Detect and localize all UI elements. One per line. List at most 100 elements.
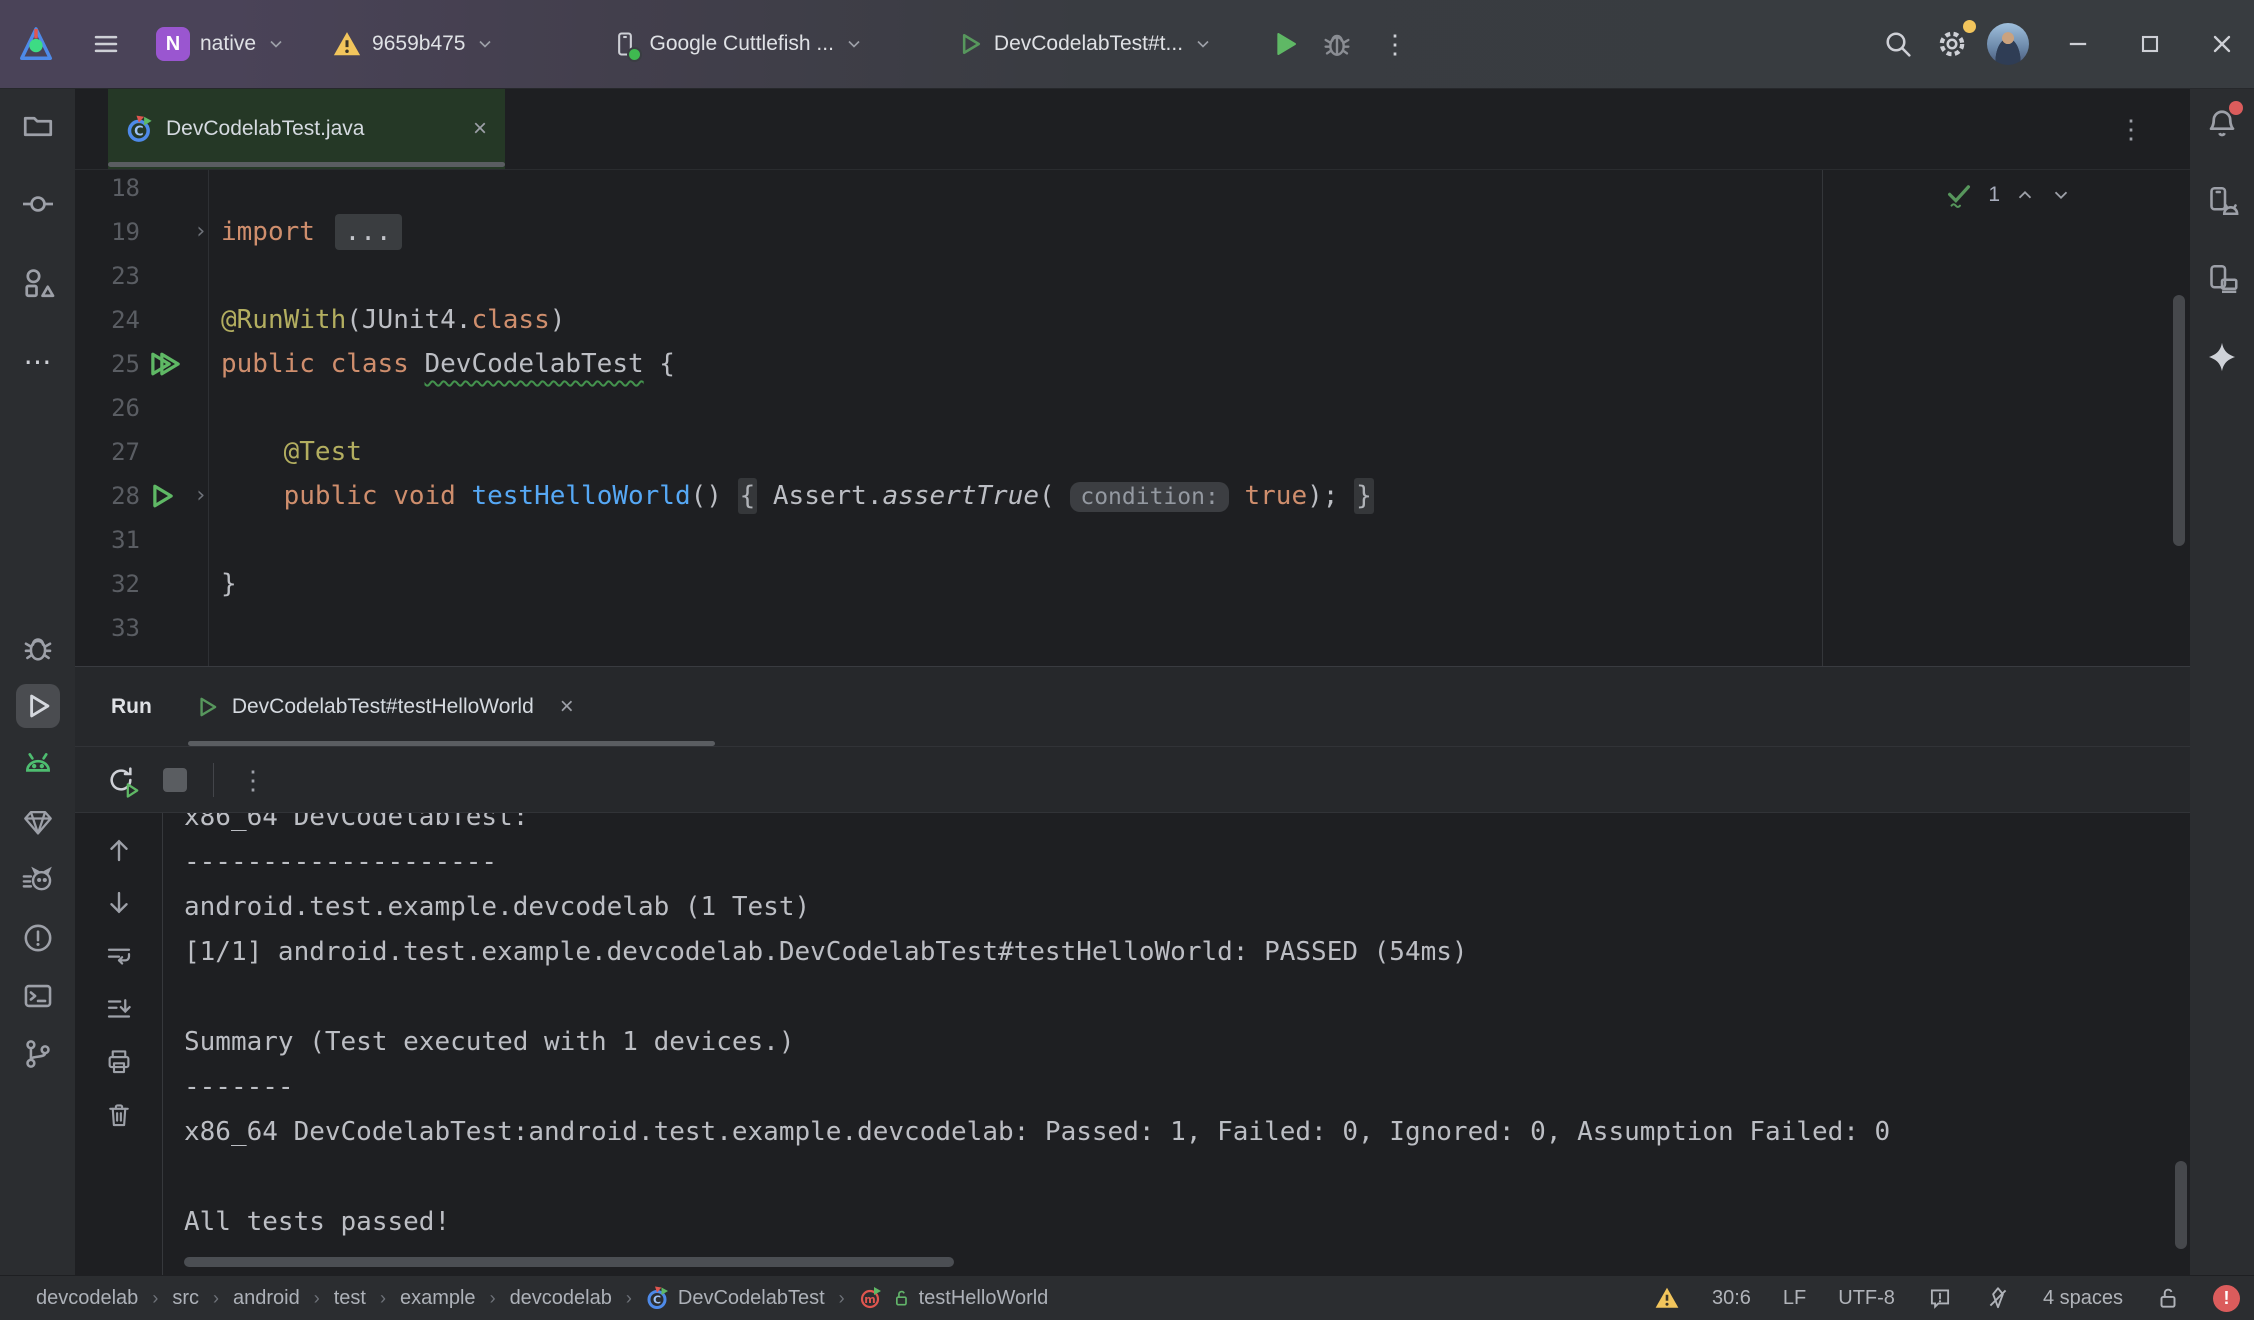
gutter[interactable] <box>140 298 221 342</box>
run-tab-scroll-indicator[interactable] <box>188 741 715 746</box>
profiler-tool-button[interactable] <box>16 858 60 902</box>
run-button[interactable] <box>1263 22 1307 66</box>
resource-manager-tool-button[interactable] <box>16 261 60 305</box>
editor-scrollbar[interactable] <box>2173 295 2185 546</box>
arrow-down-icon <box>104 888 134 918</box>
running-devices-button[interactable] <box>2200 257 2244 301</box>
gutter[interactable] <box>140 342 221 386</box>
error-notification-badge[interactable]: ! <box>2213 1285 2240 1312</box>
unlock-icon[interactable] <box>2155 1285 2181 1311</box>
breadcrumb-method[interactable]: m testHelloWorld <box>859 1286 1049 1310</box>
gutter[interactable]: › <box>140 474 221 518</box>
gutter[interactable] <box>140 170 221 210</box>
editor-tab-bar: C DevCodelabTest.java × ⋮ <box>75 89 2190 170</box>
tab-scroll-indicator[interactable] <box>108 162 505 167</box>
tab-close-icon[interactable]: × <box>473 115 487 143</box>
more-tool-windows-button[interactable]: ⋯ <box>16 340 60 384</box>
breadcrumb-item[interactable]: devcodelab <box>36 1287 138 1310</box>
gutter[interactable] <box>140 562 221 606</box>
line-number: 28 <box>75 474 140 518</box>
warning-icon[interactable] <box>1654 1285 1680 1311</box>
debug-button[interactable] <box>1315 22 1359 66</box>
gutter[interactable] <box>140 386 221 430</box>
run-tool-button[interactable] <box>16 684 60 728</box>
console-vertical-scrollbar[interactable] <box>2175 1161 2187 1249</box>
debug-tool-button[interactable] <box>16 626 60 670</box>
run-tab[interactable]: DevCodelabTest#testHelloWorld × <box>194 693 574 721</box>
search-everywhere-button[interactable] <box>1876 22 1920 66</box>
breadcrumb-item[interactable]: devcodelab <box>510 1287 612 1310</box>
tab-options-kebab-icon[interactable]: ⋮ <box>2118 116 2144 142</box>
app-quality-insights-tool-button[interactable] <box>16 800 60 844</box>
user-avatar[interactable] <box>1986 22 2030 66</box>
inspections-ok-icon <box>1944 180 1974 210</box>
console-horizontal-scrollbar[interactable] <box>184 1257 954 1267</box>
code-text <box>221 606 2190 650</box>
code-token: { <box>738 478 758 514</box>
prev-problem-icon[interactable] <box>2014 184 2036 206</box>
breadcrumb-item[interactable]: src <box>172 1287 199 1310</box>
code-token: @RunWith <box>221 305 346 335</box>
run-configuration-selector[interactable]: DevCodelabTest#t... <box>946 24 1223 64</box>
hamburger-menu-button[interactable] <box>84 22 128 66</box>
breadcrumb-item[interactable]: android <box>233 1287 300 1310</box>
gutter[interactable] <box>140 430 221 474</box>
play-icon <box>1269 28 1301 60</box>
code-token: public class <box>221 349 425 379</box>
problems-tool-button[interactable] <box>16 916 60 960</box>
run-tab-close-icon[interactable]: × <box>560 693 574 721</box>
todo-icon[interactable] <box>1927 1285 1953 1311</box>
next-problem-icon[interactable] <box>2050 184 2072 206</box>
gutter[interactable]: › <box>140 210 221 254</box>
device-manager-button[interactable] <box>2200 179 2244 223</box>
breadcrumb-item[interactable]: test <box>334 1287 366 1310</box>
window-close-button[interactable] <box>2200 22 2244 66</box>
prev-occurrence-button[interactable] <box>100 831 138 869</box>
run-options-kebab-icon[interactable]: ⋮ <box>240 767 266 793</box>
settings-button[interactable] <box>1930 22 1974 66</box>
encoding-widget[interactable]: UTF-8 <box>1838 1287 1895 1310</box>
inspections-widget[interactable]: 1 <box>1944 180 2072 210</box>
code-editor[interactable]: 1819›import ...2324@RunWith(JUnit4.class… <box>75 170 2190 666</box>
tab-label: DevCodelabTest.java <box>166 117 364 141</box>
scroll-to-end-button[interactable] <box>100 990 138 1028</box>
line-ending-widget[interactable]: LF <box>1783 1287 1806 1310</box>
clear-console-button[interactable] <box>100 1096 138 1134</box>
terminal-tool-button[interactable] <box>16 974 60 1018</box>
gutter[interactable] <box>140 254 221 298</box>
breadcrumb-class[interactable]: C DevCodelabTest <box>646 1286 825 1310</box>
window-minimize-button[interactable] <box>2056 22 2100 66</box>
window-maximize-button[interactable] <box>2128 22 2172 66</box>
code-text: } <box>221 562 2190 606</box>
soft-wrap-button[interactable] <box>100 937 138 975</box>
parameter-hint[interactable]: condition: <box>1070 482 1228 512</box>
code-token: () <box>691 481 738 511</box>
run-test-gutter-icon[interactable] <box>150 483 176 509</box>
logcat-tool-button[interactable] <box>16 742 60 786</box>
highlighting-level-icon[interactable] <box>1985 1285 2011 1311</box>
run-test-gutter-icon[interactable] <box>157 351 183 377</box>
notifications-button[interactable] <box>2200 101 2244 145</box>
fold-chevron-icon[interactable]: › <box>194 474 207 518</box>
project-tool-button[interactable] <box>16 103 60 147</box>
breadcrumb-item[interactable]: example <box>400 1287 476 1310</box>
caret-position-widget[interactable]: 30:6 <box>1712 1287 1751 1310</box>
gutter[interactable] <box>140 606 221 650</box>
rerun-button[interactable] <box>105 764 137 796</box>
stop-button[interactable] <box>163 768 187 792</box>
next-occurrence-button[interactable] <box>100 884 138 922</box>
gutter[interactable] <box>140 518 221 562</box>
commit-tool-button[interactable] <box>16 182 60 226</box>
project-widget[interactable]: N native <box>146 21 296 67</box>
indent-widget[interactable]: 4 spaces <box>2043 1287 2123 1310</box>
device-selector[interactable]: Google Cuttlefish ... <box>601 24 873 64</box>
console-output[interactable]: x86_64 DevCodelabTest:------------------… <box>163 813 2190 1275</box>
version-control-tool-button[interactable] <box>16 1032 60 1076</box>
fold-chevron-icon[interactable]: › <box>194 210 207 254</box>
gemini-button[interactable] <box>2200 335 2244 379</box>
more-actions-button[interactable]: ⋮ <box>1373 22 1417 66</box>
print-button[interactable] <box>100 1043 138 1081</box>
vcs-branch-widget[interactable]: 9659b475 <box>322 23 505 65</box>
editor-tab-devcodelabtest[interactable]: C DevCodelabTest.java × <box>108 89 505 169</box>
folded-code[interactable]: ... <box>335 214 402 250</box>
